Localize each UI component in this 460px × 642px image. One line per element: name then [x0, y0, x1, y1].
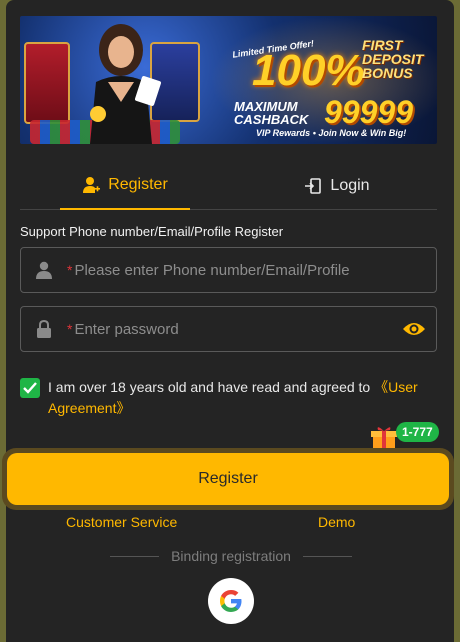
- agreement-label: I am over 18 years old and have read and…: [48, 379, 375, 395]
- register-button-frame: Register: [2, 448, 454, 510]
- demo-link[interactable]: Demo: [318, 514, 355, 530]
- lock-icon: [21, 320, 67, 338]
- account-field[interactable]: *: [20, 247, 437, 293]
- tab-login-label: Login: [330, 177, 370, 194]
- banner-percent: 100%: [252, 46, 365, 95]
- tab-register-label: Register: [108, 176, 168, 193]
- eye-icon[interactable]: [392, 321, 436, 337]
- password-input[interactable]: [74, 320, 392, 338]
- banner-max-cashback: MAXIMUM CASHBACK: [234, 99, 309, 127]
- agreement-text: I am over 18 years old and have read and…: [48, 377, 437, 419]
- login-icon: [305, 178, 322, 194]
- auth-tabs: Register Login: [20, 162, 437, 210]
- agreement-checkbox[interactable]: [20, 378, 40, 398]
- hostess-figure: [90, 24, 162, 144]
- google-icon: [220, 590, 242, 612]
- customer-service-link[interactable]: Customer Service: [66, 514, 177, 530]
- user-icon: [21, 261, 67, 279]
- check-icon: [23, 382, 37, 394]
- promo-banner[interactable]: Limited Time Offer! 100% FIRST DEPOSIT B…: [20, 16, 437, 144]
- divider-line: [110, 555, 160, 557]
- banner-amount: 99999: [324, 94, 413, 130]
- required-mark: *: [67, 262, 73, 278]
- agreement-row: I am over 18 years old and have read and…: [20, 377, 437, 419]
- support-text: Support Phone number/Email/Profile Regis…: [20, 224, 284, 239]
- divider-line: [302, 555, 353, 557]
- banner-first-deposit: FIRST DEPOSIT BONUS: [362, 37, 424, 81]
- required-mark: *: [67, 321, 73, 337]
- user-icon: [83, 177, 101, 193]
- slot-machine-left: [24, 42, 70, 124]
- google-login-button[interactable]: [208, 578, 254, 624]
- tab-register[interactable]: Register: [60, 162, 190, 210]
- binding-divider: Binding registration: [110, 548, 353, 564]
- account-input[interactable]: [74, 261, 436, 279]
- password-field[interactable]: *: [20, 306, 437, 352]
- promo-badge: 1-777: [396, 422, 439, 442]
- banner-vip-text: VIP Rewards • Join Now & Win Big!: [256, 128, 407, 138]
- register-button[interactable]: Register: [7, 453, 449, 505]
- tab-login[interactable]: Login: [282, 162, 392, 210]
- binding-label: Binding registration: [171, 548, 291, 564]
